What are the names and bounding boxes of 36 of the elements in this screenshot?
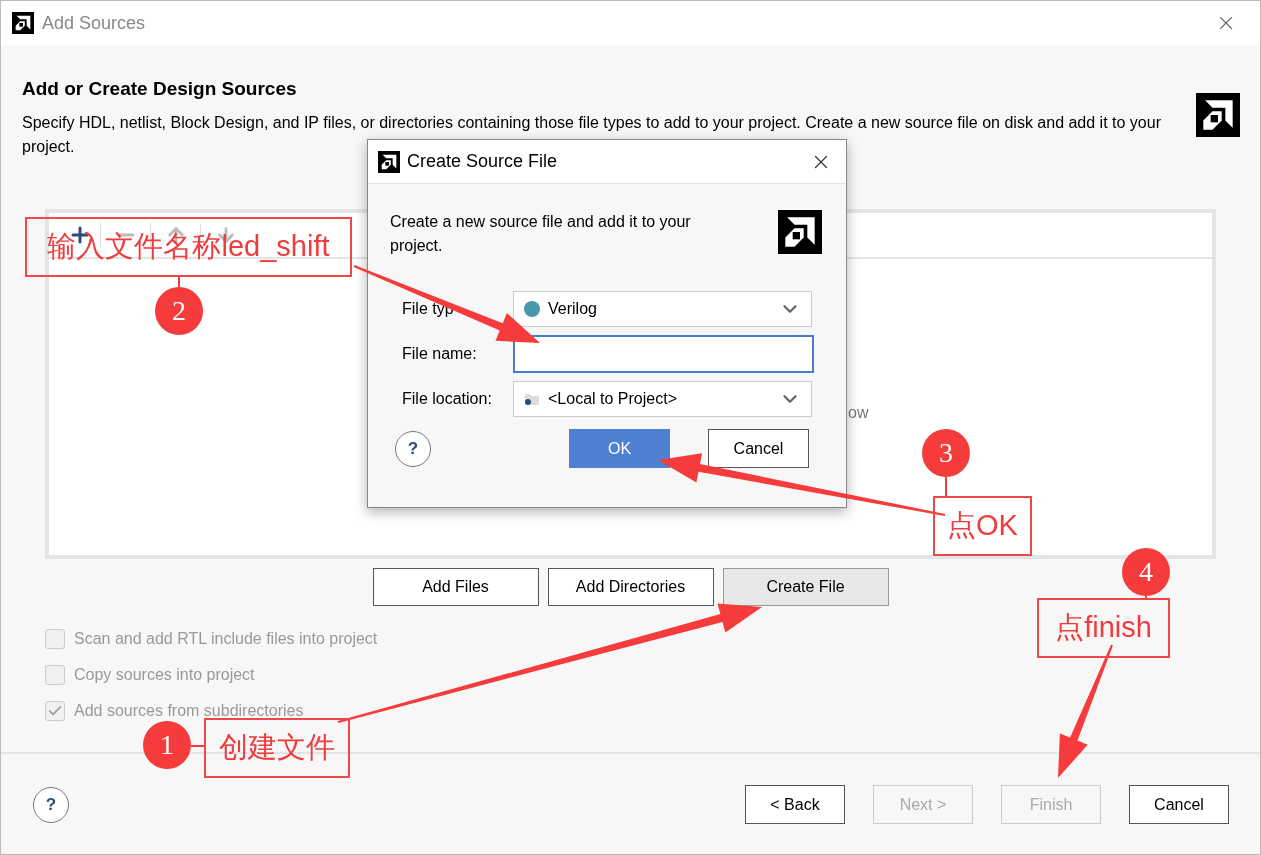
field-label: File name:: [402, 345, 477, 363]
dialog-button[interactable]: OK: [569, 429, 670, 468]
panel-hint: ow: [848, 403, 869, 423]
footer-button[interactable]: Cancel: [1129, 785, 1229, 824]
page-title: Add or Create Design Sources: [22, 77, 298, 101]
action-button[interactable]: Create File: [722, 568, 889, 606]
help-button[interactable]: ?: [33, 786, 69, 823]
logo-icon: [1196, 93, 1240, 137]
callout-label: 创建文件: [204, 718, 350, 778]
window-title: Add Sources: [42, 11, 146, 35]
footer-button[interactable]: < Back: [745, 785, 845, 824]
leader-line: [1145, 595, 1147, 599]
logo-icon: [378, 150, 400, 173]
leader-line: [945, 476, 947, 497]
callout-label: 输入文件名称led_shift: [25, 217, 352, 277]
checkbox-label: Copy sources into project: [74, 665, 255, 685]
folder-icon: [524, 392, 540, 406]
dialog-button[interactable]: Cancel: [708, 429, 809, 468]
checkbox-label: Scan and add RTL include files into project: [74, 629, 378, 649]
action-button[interactable]: Add Files: [372, 568, 539, 606]
dialog-description: Create a new source file and add it to your project.: [390, 212, 692, 256]
logo-icon: [778, 210, 822, 254]
leader-line: [190, 745, 205, 747]
action-button[interactable]: Add Directories: [547, 568, 714, 606]
callout-label: 点OK: [933, 496, 1032, 556]
input-field[interactable]: [513, 335, 814, 373]
help-button[interactable]: ?: [395, 430, 431, 467]
step-number: 4: [1122, 548, 1170, 596]
dropdown[interactable]: <Local to Project>: [513, 381, 812, 417]
step-number: 1: [143, 721, 191, 769]
callout-label: 点finish: [1037, 598, 1170, 658]
dropdown[interactable]: Verilog: [513, 291, 812, 327]
logo-icon: [12, 12, 34, 34]
checkbox-label: Add sources from subdirectories: [74, 701, 304, 721]
field-label: File location:: [402, 390, 492, 408]
leader-line: [178, 276, 180, 288]
